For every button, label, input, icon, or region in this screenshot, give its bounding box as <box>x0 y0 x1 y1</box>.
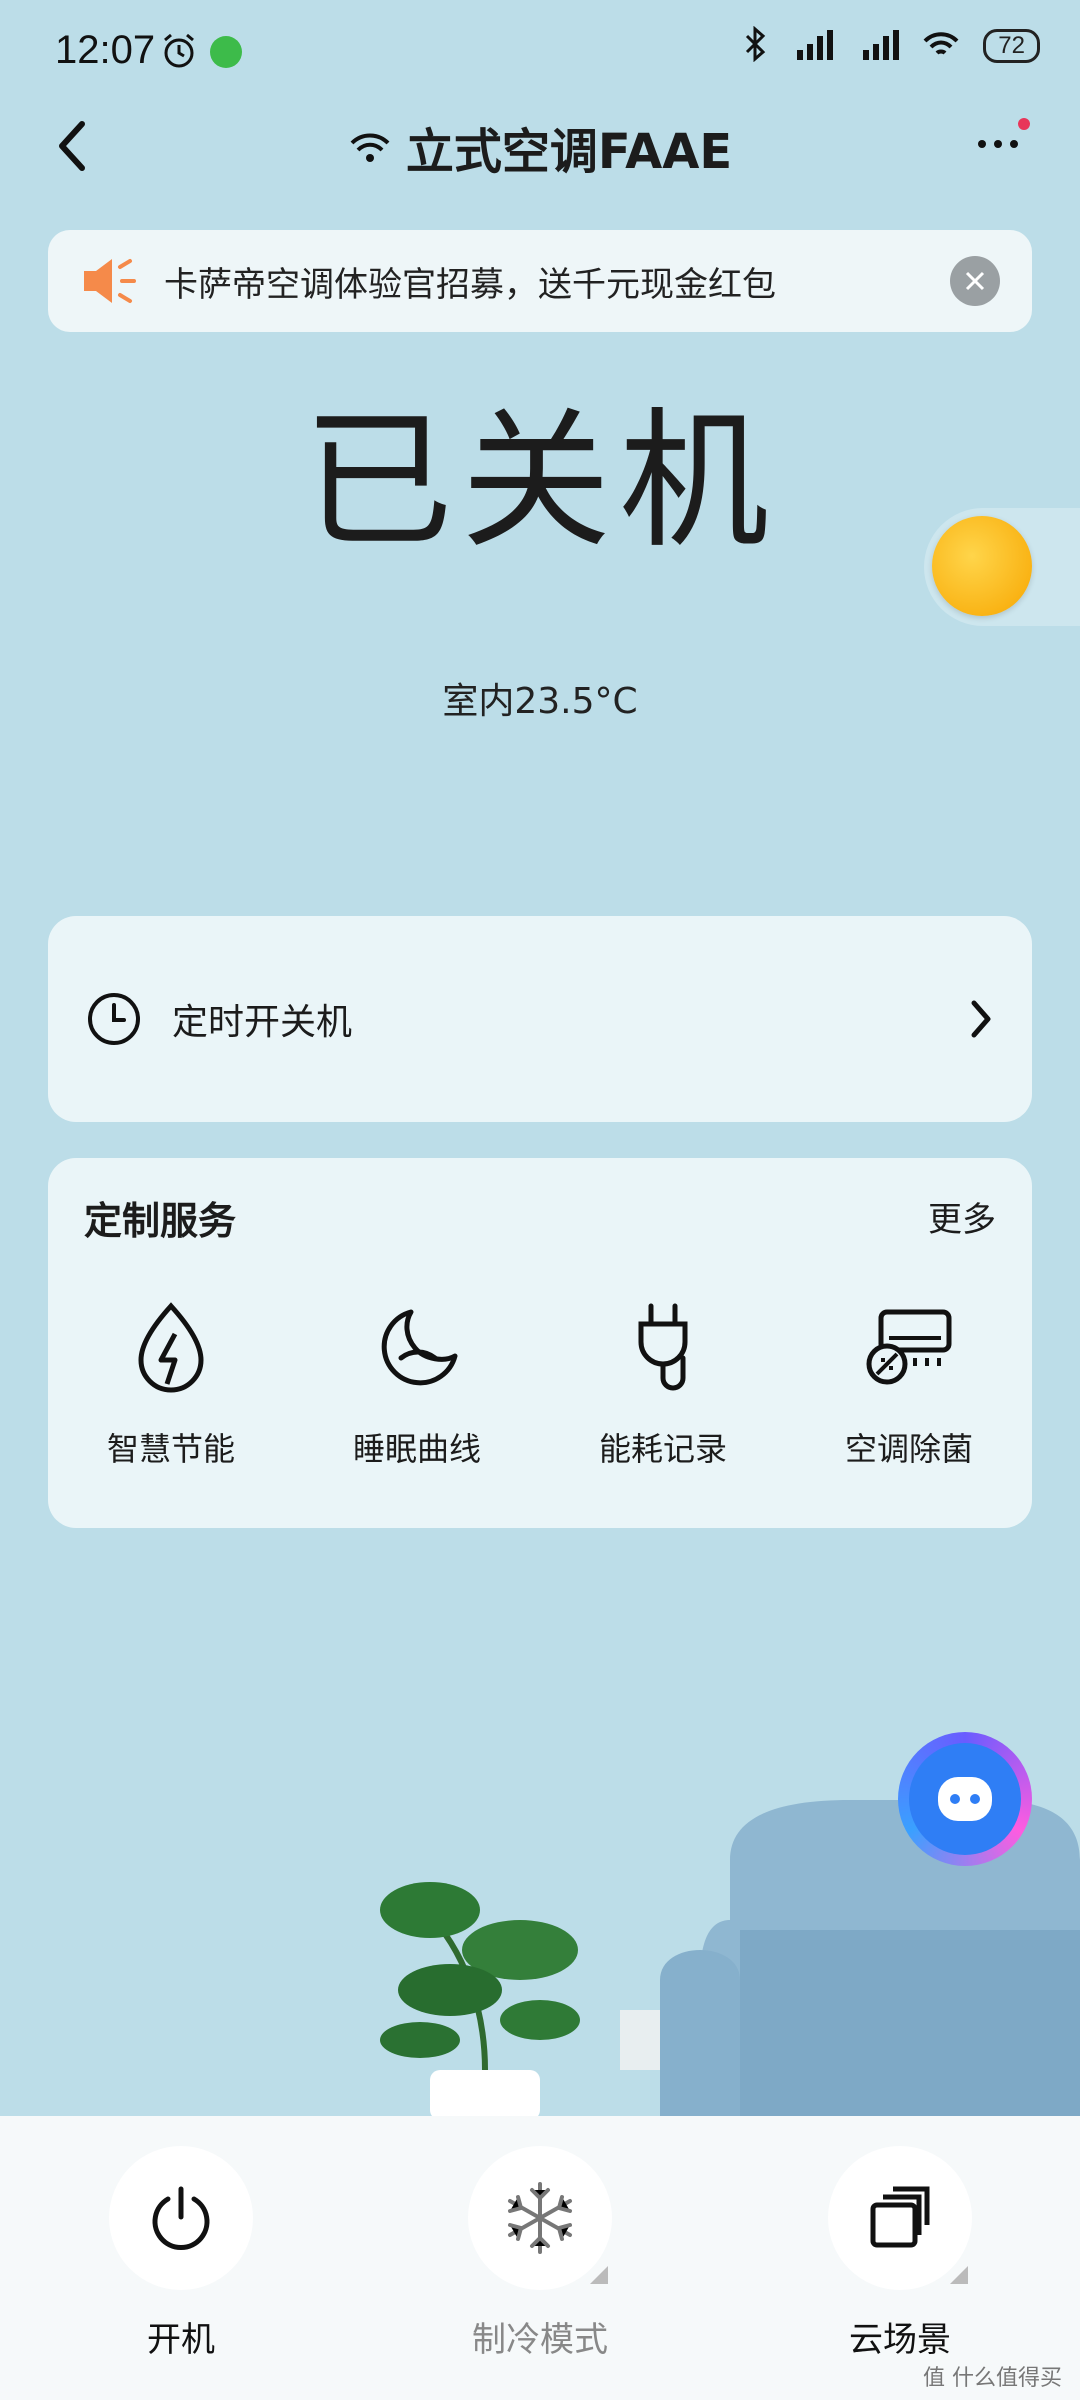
close-banner-button[interactable] <box>950 256 1000 306</box>
close-icon <box>965 271 985 291</box>
ac-sterilize-icon <box>859 1298 959 1398</box>
expand-corner-icon <box>590 2266 608 2284</box>
service-label: 空调除菌 <box>844 1430 973 1468</box>
device-title-text: 立式空调FAAE <box>405 124 733 180</box>
leaf-bolt-icon <box>121 1298 221 1398</box>
promo-text: 卡萨帝空调体验官招募，送千元现金红包 <box>164 264 776 305</box>
service-energy-record[interactable]: 能耗记录 <box>540 1298 786 1470</box>
speaker-icon <box>84 259 136 303</box>
signal-icon <box>789 26 834 66</box>
wifi-connected-icon <box>350 133 390 162</box>
timer-label: 定时开关机 <box>172 1002 353 1043</box>
cooling-mode-circle <box>468 2146 612 2290</box>
watermark: 值 什么值得买 <box>923 2366 1062 2391</box>
service-label: 睡眠曲线 <box>352 1430 481 1468</box>
ai-assistant-button[interactable] <box>898 1732 1032 1866</box>
service-smart-energy[interactable]: 智慧节能 <box>48 1298 294 1470</box>
power-button[interactable]: 开机 <box>66 2146 296 2361</box>
services-title: 定制服务 <box>84 1199 237 1243</box>
services-more-link[interactable]: 更多 <box>928 1192 996 1241</box>
chevron-right-icon <box>971 1000 991 1038</box>
power-state: 已关机 <box>302 395 777 569</box>
expand-corner-icon <box>950 2266 968 2284</box>
sun-icon[interactable] <box>932 516 1032 616</box>
wifi-icon <box>921 27 961 65</box>
more-menu-button[interactable] <box>972 118 1032 178</box>
signal-icon-2 <box>855 26 900 66</box>
service-label: 能耗记录 <box>598 1430 727 1468</box>
snowflake-icon <box>508 2182 572 2254</box>
bottom-action-bar: 开机 制冷模式 云场景 值 什么值得买 <box>0 2116 1080 2400</box>
cloud-scene-label: 云场景 <box>849 2320 951 2360</box>
status-icons: 72 <box>743 25 1040 66</box>
custom-services-card: 定制服务 更多 智慧节能 睡眠曲线 能耗记录 空调除菌 <box>48 1158 1032 1528</box>
power-button-circle <box>109 2146 253 2290</box>
plug-icon <box>613 1298 713 1398</box>
robot-icon <box>909 1743 1021 1855</box>
cloud-scene-button[interactable]: 云场景 <box>785 2146 1015 2361</box>
power-icon <box>152 2186 210 2250</box>
moon-icon <box>367 1298 467 1398</box>
alarm-icon <box>160 32 198 74</box>
wechat-icon <box>210 36 242 68</box>
timer-card[interactable]: 定时开关机 <box>48 916 1032 1122</box>
battery-indicator: 72 <box>983 29 1040 63</box>
cloud-scene-circle <box>828 2146 972 2290</box>
more-dots-icon <box>978 118 1030 148</box>
service-ac-sterilize[interactable]: 空调除菌 <box>786 1298 1032 1470</box>
cooling-mode-button[interactable]: 制冷模式 <box>425 2146 655 2361</box>
power-label: 开机 <box>147 2320 215 2360</box>
clock-icon <box>88 993 140 1045</box>
status-time: 12:07 <box>55 28 156 72</box>
device-title: 立式空调FAAE <box>0 112 1080 182</box>
indoor-temperature: 室内23.5°C <box>442 681 638 722</box>
cooling-mode-label: 制冷模式 <box>472 2320 608 2360</box>
promo-banner[interactable]: 卡萨帝空调体验官招募，送千元现金红包 <box>48 230 1032 332</box>
service-label: 智慧节能 <box>106 1430 235 1468</box>
bluetooth-icon <box>743 25 767 66</box>
service-sleep-curve[interactable]: 睡眠曲线 <box>294 1298 540 1470</box>
scenes-icon <box>870 2186 930 2248</box>
